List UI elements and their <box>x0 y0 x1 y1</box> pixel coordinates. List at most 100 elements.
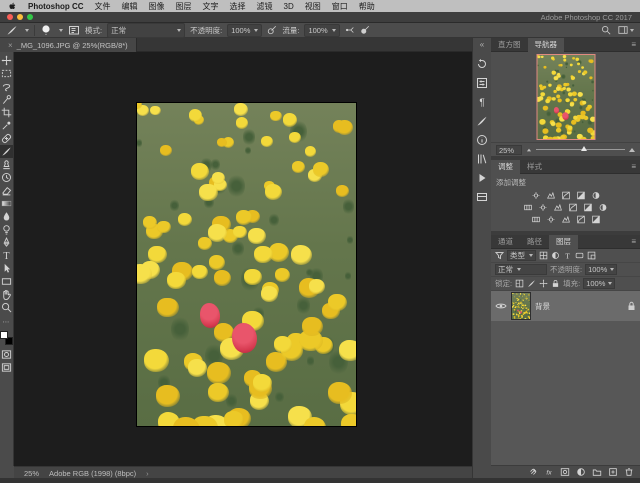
actions-icon[interactable] <box>475 171 489 185</box>
adjustments-tab-样式[interactable]: 样式 <box>520 160 549 174</box>
zoom-out-icon[interactable] <box>527 148 531 151</box>
pressure-size-icon[interactable] <box>360 25 370 35</box>
eraser-tool[interactable] <box>0 184 13 197</box>
canvas-area[interactable] <box>14 52 472 466</box>
blend-mode-select[interactable]: 正常 <box>107 23 185 38</box>
path-select-tool[interactable] <box>0 262 13 275</box>
pen-tool[interactable] <box>0 236 13 249</box>
history-icon[interactable] <box>475 57 489 71</box>
menu-item-图像[interactable]: 图像 <box>149 2 165 11</box>
group-icon[interactable] <box>592 467 602 477</box>
brush-tool-preset-icon[interactable] <box>6 24 18 36</box>
layer-opacity-field[interactable]: 100% <box>585 264 617 275</box>
pixel-filter-icon[interactable] <box>539 251 548 260</box>
layers-tab-路径[interactable]: 路径 <box>520 235 549 249</box>
opacity-select[interactable]: 100% <box>227 24 262 37</box>
character-icon[interactable]: ¶ <box>475 95 489 109</box>
rect-marquee-tool[interactable] <box>0 67 13 80</box>
quick-mask-icon[interactable] <box>0 348 13 361</box>
menu-item-编辑[interactable]: 编辑 <box>122 2 138 11</box>
zoom-tool[interactable] <box>0 301 13 314</box>
menu-item-3D[interactable]: 3D <box>284 2 294 11</box>
layer-row-background[interactable]: 背景 <box>491 291 640 321</box>
history-brush-tool[interactable] <box>0 171 13 184</box>
menu-item-文件[interactable]: 文件 <box>95 2 111 11</box>
collapse-panels-icon[interactable]: « <box>480 38 484 52</box>
layers-tab-通道[interactable]: 通道 <box>491 235 520 249</box>
adjustment-channel-mixer-icon[interactable] <box>583 203 594 212</box>
adjustment-threshold-icon[interactable] <box>560 215 571 224</box>
status-zoom-field[interactable]: 25% <box>24 469 39 478</box>
adjustment-gradient-map-icon[interactable] <box>575 215 586 224</box>
search-icon[interactable] <box>601 25 611 35</box>
clone-stamp-tool[interactable] <box>0 158 13 171</box>
lock-position-icon[interactable] <box>539 279 548 288</box>
blur-tool[interactable] <box>0 210 13 223</box>
shape-tool[interactable] <box>0 275 13 288</box>
timeline-icon[interactable] <box>475 190 489 204</box>
navigator-tab-导航器[interactable]: 导航器 <box>528 38 565 52</box>
brush-preset-picker-icon[interactable] <box>40 24 52 36</box>
libraries-icon[interactable] <box>475 152 489 166</box>
menu-app-name[interactable]: Photoshop CC <box>28 2 84 11</box>
close-window-button[interactable] <box>7 14 13 20</box>
document-image[interactable] <box>137 103 356 426</box>
zoom-slider-thumb[interactable] <box>581 146 587 151</box>
navigator-zoom-slider[interactable] <box>536 149 625 150</box>
color-swatches[interactable] <box>0 331 13 345</box>
brush-settings-icon[interactable] <box>475 114 489 128</box>
info-icon[interactable] <box>475 133 489 147</box>
adjustment-posterize-icon[interactable] <box>545 215 556 224</box>
adjustment-brightness-contrast-icon[interactable] <box>530 191 541 200</box>
adjustment-photo-filter-icon[interactable] <box>568 203 579 212</box>
layer-fill-field[interactable]: 100% <box>583 278 615 289</box>
navigator-panel-menu-icon[interactable]: ≡ <box>631 40 636 49</box>
crop-tool[interactable] <box>0 106 13 119</box>
quick-selection-tool[interactable] <box>0 93 13 106</box>
adjustment-hue-saturation-icon[interactable] <box>523 203 534 212</box>
status-menu-chevron[interactable]: › <box>146 469 149 478</box>
lasso-tool[interactable] <box>0 80 13 93</box>
flow-select[interactable]: 100% <box>304 24 339 37</box>
adjustment-filter-icon[interactable] <box>551 251 560 260</box>
menu-item-图层[interactable]: 图层 <box>176 2 192 11</box>
menu-item-文字[interactable]: 文字 <box>203 2 219 11</box>
menu-item-滤镜[interactable]: 滤镜 <box>257 2 273 11</box>
adjustment-vibrance-icon[interactable] <box>590 191 601 200</box>
hand-tool[interactable] <box>0 288 13 301</box>
adjustments-panel-menu-icon[interactable]: ≡ <box>631 162 636 171</box>
navigator-proxy-view[interactable] <box>537 55 594 139</box>
toggle-brush-panel-icon[interactable] <box>68 24 80 36</box>
layers-panel-menu-icon[interactable]: ≡ <box>631 237 636 246</box>
delete-icon[interactable] <box>624 467 634 477</box>
navigator-zoom-field[interactable]: 25% <box>496 145 522 155</box>
airbrush-icon[interactable] <box>345 25 355 35</box>
lock-pixels-icon[interactable] <box>527 279 536 288</box>
adjustments-tab-调整[interactable]: 调整 <box>491 160 520 174</box>
mask-icon[interactable] <box>560 467 570 477</box>
menu-item-窗口[interactable]: 窗口 <box>332 2 348 11</box>
menu-item-选择[interactable]: 选择 <box>230 2 246 11</box>
minimize-window-button[interactable] <box>17 14 23 20</box>
document-tab[interactable]: × _MG_1096.JPG @ 25%(RGB/8*) <box>0 38 137 52</box>
layers-tab-图层[interactable]: 图层 <box>549 235 578 249</box>
menu-item-视图[interactable]: 视图 <box>305 2 321 11</box>
brush-tool[interactable] <box>0 145 13 158</box>
adjustment-black-white-icon[interactable] <box>553 203 564 212</box>
menu-item-帮助[interactable]: 帮助 <box>359 2 375 11</box>
zoom-in-icon[interactable] <box>629 148 635 152</box>
link-icon[interactable] <box>528 467 538 477</box>
eyedropper-tool[interactable] <box>0 119 13 132</box>
visibility-eye-icon[interactable] <box>495 302 507 310</box>
smart-object-filter-icon[interactable] <box>587 251 596 260</box>
new-layer-icon[interactable] <box>608 467 618 477</box>
adjustment-exposure-icon[interactable] <box>575 191 586 200</box>
dodge-tool[interactable] <box>0 223 13 236</box>
spot-healing-tool[interactable] <box>0 132 13 145</box>
lock-transparent-icon[interactable] <box>515 279 524 288</box>
move-tool[interactable] <box>0 54 13 67</box>
navigator-tab-直方图[interactable]: 直方图 <box>491 38 528 52</box>
shape-filter-icon[interactable] <box>575 251 584 260</box>
edit-toolbar-icon[interactable]: ⋯ <box>0 315 13 328</box>
type-filter-icon[interactable]: T <box>563 251 572 260</box>
